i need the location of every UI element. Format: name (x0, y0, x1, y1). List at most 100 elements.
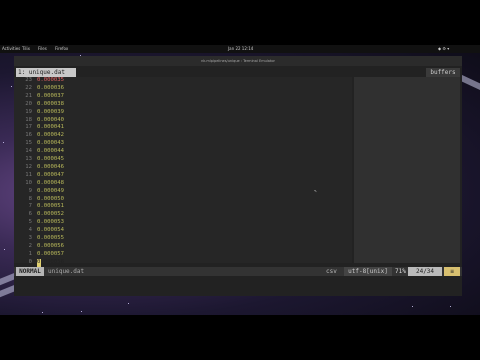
editor-line[interactable]: 8 0.000050 (14, 196, 352, 204)
line-number: 10 (25, 179, 32, 186)
status-whitespace-icon: ≡ (444, 267, 460, 276)
line-value: 0.000042 (37, 132, 64, 139)
editor-line[interactable]: 6 0.000052 (14, 211, 352, 219)
files-launcher[interactable]: Files (38, 45, 47, 53)
star-decoration (128, 303, 129, 304)
mouse-pointer-icon: ↖ (314, 188, 318, 194)
app-menu[interactable]: Tilix (22, 45, 30, 53)
editor-line[interactable]: 1 0.000057 (14, 251, 352, 259)
editor-line[interactable]: 17 0.000041 (14, 124, 352, 132)
editor-line[interactable]: 5 0.000053 (14, 219, 352, 227)
status-percent: 71% (395, 268, 406, 275)
line-number: 14 (25, 148, 32, 155)
star-decoration (450, 306, 451, 307)
status-encoding: utf-8[unix] (344, 267, 392, 276)
line-number: 2 (28, 242, 32, 249)
line-value: 0.000058 (37, 258, 64, 265)
editor-line[interactable]: 20 0.000038 (14, 101, 352, 109)
line-number: 3 (28, 235, 32, 241)
vim-tabline: 1: unique.dat buffers (14, 68, 462, 77)
line-number: 4 (28, 227, 32, 234)
line-value: 0.000041 (37, 124, 64, 131)
line-value: 0.000044 (37, 148, 64, 155)
editor-line[interactable]: 19 0.000039 (14, 109, 352, 117)
tab-buffers[interactable]: buffers (426, 68, 460, 77)
line-value: 0.000045 (37, 156, 64, 162)
window-title: nk.mlpipelines/unique : Terminal Emulato… (201, 59, 275, 63)
editor-pane[interactable]: 23 0.000035 22 0.000036 21 0.000037 20 0.000038… (14, 77, 352, 267)
line-value: 0.000046 (37, 163, 64, 170)
editor-line[interactable]: 0 0.000058 (14, 258, 352, 267)
line-value: 0.000055 (37, 235, 64, 241)
editor-line[interactable]: 3 0.000055 (14, 235, 352, 243)
editor-line[interactable]: 18 0.000040 (14, 117, 352, 125)
line-number: 19 (25, 108, 32, 115)
editor-line[interactable]: 16 0.000042 (14, 132, 352, 140)
star-decoration (11, 86, 12, 87)
star-decoration (42, 312, 43, 313)
line-number: 17 (25, 124, 32, 131)
line-number: 8 (28, 195, 32, 202)
tab-unique-dat[interactable]: 1: unique.dat (16, 68, 76, 77)
vim-statusline: NORMAL unique.dat csv utf-8[unix] 71% 24… (14, 267, 462, 276)
editor-line[interactable]: 23 0.000035 (14, 77, 352, 85)
line-number: 16 (25, 132, 32, 139)
line-number: 5 (28, 219, 32, 226)
line-value: 0.000054 (37, 227, 64, 234)
line-value: 0.000038 (37, 100, 64, 107)
editor-line[interactable]: 4 0.000054 (14, 227, 352, 235)
editor-line[interactable]: 14 0.000044 (14, 148, 352, 156)
line-number: 0 (28, 258, 32, 265)
editor-line[interactable]: 21 0.000037 (14, 93, 352, 101)
line-number: 1 (28, 250, 32, 257)
empty-right-pane: ↖ (314, 77, 460, 263)
top-panel: Activities Tilix Files Firefox Jan 22 12… (0, 45, 480, 53)
line-number: 20 (25, 100, 32, 107)
star-decoration (3, 142, 4, 143)
star-decoration (4, 249, 5, 250)
editor-line[interactable]: 9 0.000049 (14, 188, 352, 196)
browser-launcher[interactable]: Firefox (55, 45, 68, 53)
line-number: 18 (25, 116, 32, 123)
status-filename: unique.dat (48, 268, 85, 275)
line-value: 0.000053 (37, 219, 64, 226)
line-value: 0.000040 (37, 116, 64, 123)
line-number: 11 (25, 171, 32, 178)
line-value: 0.000051 (37, 203, 64, 210)
editor-line[interactable]: 22 0.000036 (14, 85, 352, 93)
terminal-window: 1: unique.dat buffers 23 0.000035 22 0.0000… (14, 66, 462, 296)
window-titlebar[interactable]: nk.mlpipelines/unique : Terminal Emulato… (14, 56, 462, 66)
status-position: 24/34 (408, 267, 442, 276)
line-value: 0.000036 (37, 84, 64, 91)
line-number: 15 (25, 140, 32, 147)
line-value: 0.000052 (37, 211, 64, 218)
line-number: 13 (25, 156, 32, 162)
line-value: 0.000043 (37, 140, 64, 147)
activities-button[interactable]: Activities (2, 45, 20, 53)
line-number: 12 (25, 163, 32, 170)
line-value: 0.000048 (37, 179, 64, 186)
line-value: 0.000050 (37, 195, 64, 202)
line-number: 21 (25, 92, 32, 99)
line-value: 0.000035 (37, 77, 64, 83)
line-number: 6 (28, 211, 32, 218)
clock[interactable]: Jan 22 12:14 (228, 45, 253, 53)
editor-line[interactable]: 11 0.000047 (14, 172, 352, 180)
line-value: 0.000039 (37, 108, 64, 115)
line-value: 0.000049 (37, 187, 64, 194)
system-tray[interactable]: ◆ ⚙ ▾ (438, 45, 449, 53)
editor-line[interactable]: 2 0.000056 (14, 243, 352, 251)
status-filetype: csv (326, 268, 337, 275)
editor-line[interactable]: 7 0.000051 (14, 203, 352, 211)
line-number: 7 (28, 203, 32, 210)
line-value: 0.000047 (37, 171, 64, 178)
editor-line[interactable]: 12 0.000046 (14, 164, 352, 172)
editor-line[interactable]: 10 0.000048 (14, 180, 352, 188)
editor-line[interactable]: 15 0.000043 (14, 140, 352, 148)
editor-line[interactable]: 13 0.000045 (14, 156, 352, 164)
star-decoration (412, 306, 413, 307)
line-number: 23 (25, 77, 32, 83)
star-decoration (81, 311, 82, 312)
command-line[interactable] (14, 276, 462, 296)
line-value: 0.000056 (37, 242, 64, 249)
